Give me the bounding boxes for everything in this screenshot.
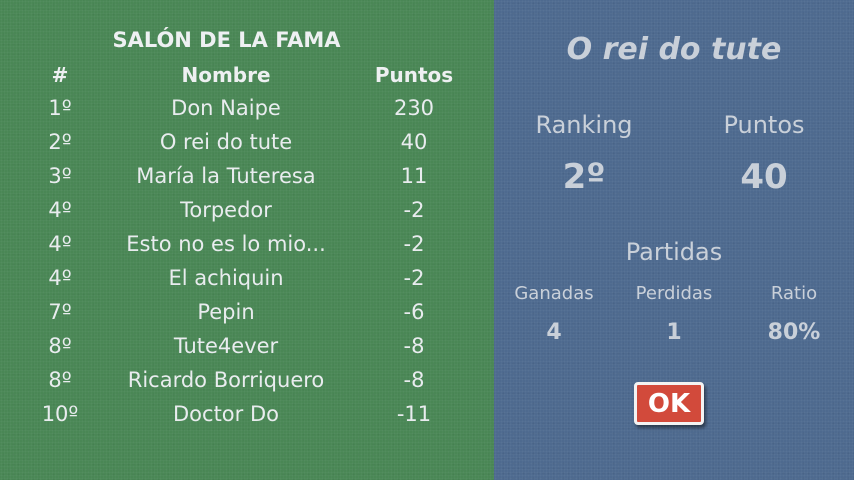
ratio-label: Ratio [770, 283, 818, 304]
row-rank: 7º [48, 300, 72, 324]
won-label: Ganadas [514, 283, 594, 304]
row-points: -8 [403, 368, 425, 392]
table-row: 7º Pepin -6 [0, 296, 494, 330]
row-points: 40 [400, 130, 428, 154]
table-row: 10º Doctor Do -11 [0, 398, 494, 432]
row-name: O rei do tute [159, 130, 293, 154]
table-row: 4º El achiquin -2 [0, 262, 494, 296]
table-row: 4º Torpedor -2 [0, 194, 494, 228]
row-points: -8 [403, 334, 425, 358]
row-rank: 1º [48, 96, 72, 120]
ranking-value: 2º [562, 157, 606, 197]
lost-value: 1 [666, 320, 682, 345]
row-name: Don Naipe [171, 96, 281, 120]
table-row: 2º O rei do tute 40 [0, 126, 494, 160]
hall-of-fame-list: 1º Don Naipe 230 2º O rei do tute 40 3º María l… [0, 92, 494, 432]
ratio-value: 80% [767, 320, 821, 345]
row-rank: 4º [48, 198, 72, 222]
row-name: Torpedor [180, 198, 272, 222]
row-points: -2 [403, 232, 425, 256]
row-points: -11 [396, 402, 432, 426]
table-row: 8º Tute4ever -8 [0, 330, 494, 364]
rank-column-header: # [51, 63, 69, 87]
ranking-label: Ranking [535, 111, 633, 139]
games-label: Partidas [625, 238, 723, 266]
row-points: 230 [393, 96, 435, 120]
row-name: María la Tuteresa [136, 164, 316, 188]
row-name: Tute4ever [173, 334, 279, 358]
row-name: Esto no es lo mio... [126, 232, 326, 256]
player-stats-panel: O rei do tute Ranking Puntos 2º 40 Parti… [494, 0, 854, 480]
name-column-header: Nombre [181, 63, 271, 87]
row-rank: 2º [48, 130, 72, 154]
row-name: Ricardo Borriquero [127, 368, 325, 392]
won-value: 4 [546, 320, 562, 345]
row-rank: 3º [48, 164, 72, 188]
row-rank: 10º [41, 402, 79, 426]
table-row: 3º María la Tuteresa 11 [0, 160, 494, 194]
table-row: 8º Ricardo Borriquero -8 [0, 364, 494, 398]
points-label: Puntos [723, 111, 805, 139]
row-points: -2 [403, 266, 425, 290]
table-row: 1º Don Naipe 230 [0, 92, 494, 126]
lost-label: Perdidas [635, 283, 713, 304]
row-points: -2 [403, 198, 425, 222]
points-value: 40 [740, 157, 788, 197]
row-rank: 4º [48, 232, 72, 256]
points-column-header: Puntos [374, 63, 454, 87]
row-rank: 8º [48, 334, 72, 358]
hall-of-fame-panel: SALÓN DE LA FAMA # Nombre Puntos 1º Don N… [0, 0, 494, 480]
row-rank: 8º [48, 368, 72, 392]
hall-of-fame-title: SALÓN DE LA FAMA [112, 28, 341, 52]
row-name: El achiquin [168, 266, 284, 290]
ok-button[interactable]: OK [634, 382, 704, 425]
row-rank: 4º [48, 266, 72, 290]
row-points: 11 [400, 164, 428, 188]
row-points: -6 [403, 300, 425, 324]
row-name: Pepin [197, 300, 255, 324]
table-row: 4º Esto no es lo mio... -2 [0, 228, 494, 262]
row-name: Doctor Do [173, 402, 279, 426]
player-name: O rei do tute [566, 32, 782, 67]
